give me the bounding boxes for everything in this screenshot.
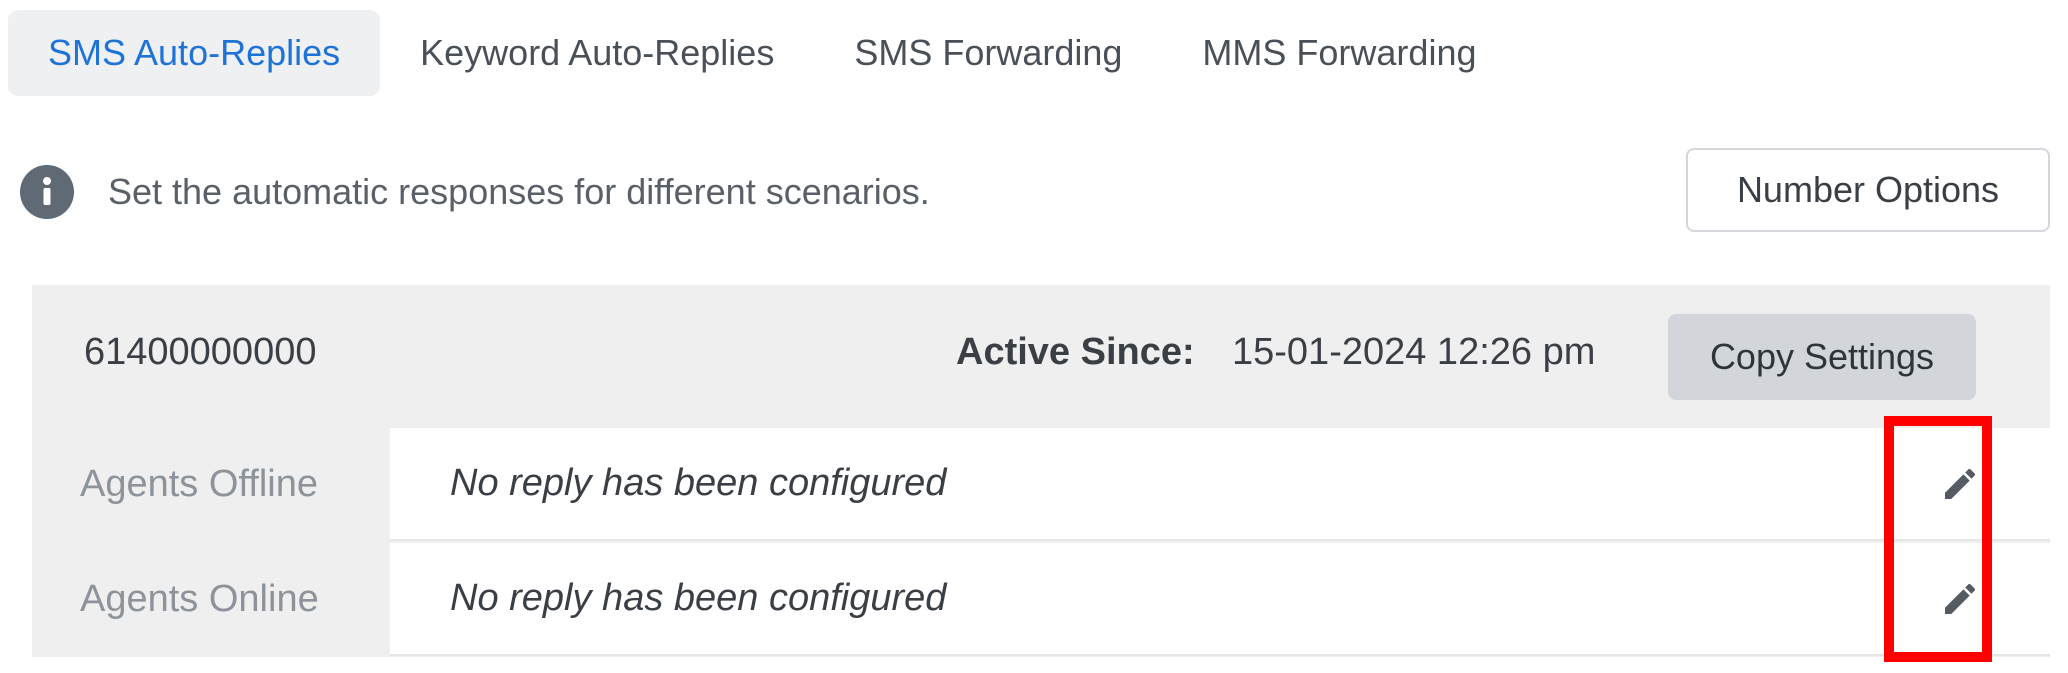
- row-label: Agents Offline: [80, 463, 319, 505]
- row-content: No reply has been configured: [390, 543, 2050, 656]
- number-options-button[interactable]: Number Options: [1686, 148, 2050, 232]
- active-since-label: Active Since:: [956, 331, 1195, 373]
- info-text: Set the automatic responses for differen…: [108, 171, 930, 212]
- row-content: No reply has been configured: [390, 428, 2050, 541]
- tab-bar: SMS Auto-Replies Keyword Auto-Replies SM…: [8, 10, 1516, 96]
- card-header: 61400000000 Active Since: 15-01-2024 12:…: [32, 285, 2050, 428]
- tab-sms-auto-replies[interactable]: SMS Auto-Replies: [8, 10, 381, 96]
- number-card: 61400000000 Active Since: 15-01-2024 12:…: [32, 285, 2050, 657]
- pencil-icon[interactable]: [1936, 575, 1984, 623]
- reply-row-agents-online: Agents Online No reply has been configur…: [32, 543, 2050, 656]
- tab-sms-forwarding[interactable]: SMS Forwarding: [814, 10, 1162, 96]
- tab-keyword-auto-replies[interactable]: Keyword Auto-Replies: [380, 10, 814, 96]
- phone-number: 61400000000: [84, 331, 317, 373]
- pencil-icon[interactable]: [1936, 460, 1984, 508]
- active-since-value: 15-01-2024 12:26 pm: [1232, 331, 1596, 373]
- copy-settings-button[interactable]: Copy Settings: [1668, 314, 1976, 400]
- row-label: Agents Online: [80, 578, 319, 620]
- reply-text: No reply has been configured: [450, 462, 947, 504]
- reply-row-agents-offline: Agents Offline No reply has been configu…: [32, 428, 2050, 541]
- reply-text: No reply has been configured: [450, 577, 947, 619]
- info-banner: Set the automatic responses for differen…: [20, 165, 930, 219]
- info-icon: [20, 165, 74, 219]
- tab-mms-forwarding[interactable]: MMS Forwarding: [1162, 10, 1516, 96]
